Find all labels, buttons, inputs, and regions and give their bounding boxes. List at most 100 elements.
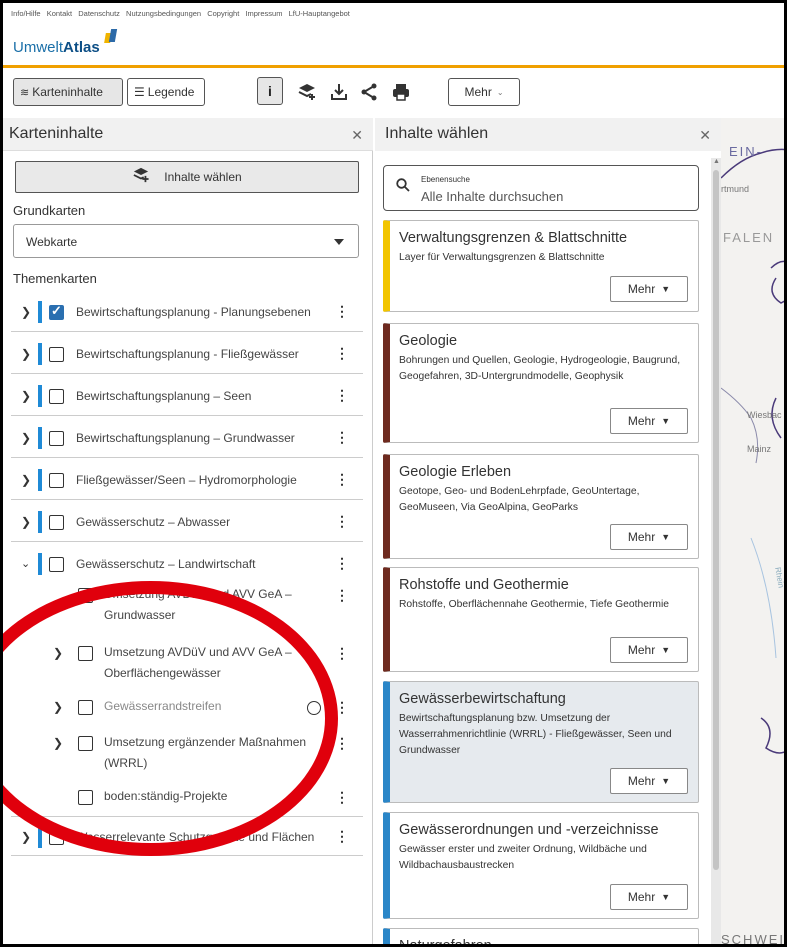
chevron-right-icon[interactable]: ❯ — [53, 646, 63, 660]
chevron-right-icon[interactable]: ❯ — [21, 515, 31, 529]
link-kontakt[interactable]: Kontakt — [47, 9, 72, 18]
more-vertical-icon[interactable]: ⋮ — [335, 513, 349, 530]
category-card[interactable]: Gewässerordnungen und -verzeichnisse Gew… — [383, 812, 699, 919]
more-vertical-icon[interactable]: ⋮ — [335, 555, 349, 572]
map-view[interactable]: EIN- rtmund FALEN Wiesbac Mainz Rhein SC… — [721, 118, 784, 944]
mehr-button[interactable]: Mehr ▼ — [610, 884, 688, 910]
legende-button[interactable]: ☰ Legende — [127, 78, 205, 106]
category-card-selected[interactable]: Gewässerbewirtschaftung Bewirtschaftungs… — [383, 681, 699, 803]
more-vertical-icon[interactable]: ⋮ — [335, 735, 349, 752]
top-links: Info/Hilfe Kontakt Datenschutz Nutzungsb… — [11, 9, 354, 18]
theme-checkbox[interactable] — [49, 303, 64, 320]
theme-checkbox[interactable] — [49, 515, 64, 530]
share-icon[interactable] — [357, 80, 381, 104]
sub-layer-checkbox[interactable] — [78, 588, 93, 603]
chevron-right-icon[interactable]: ❯ — [21, 830, 31, 844]
link-impressum[interactable]: Impressum — [245, 9, 282, 18]
karteninhalte-panel: Karteninhalte ✕ Inhalte wählen Grundkart… — [3, 118, 373, 944]
mehr-button[interactable]: Mehr ▼ — [610, 768, 688, 794]
theme-label: Gewässerschutz – Landwirtschaft — [76, 557, 256, 571]
theme-row[interactable]: ❯ Bewirtschaftungsplanung - Fließgewässe… — [11, 334, 363, 374]
sub-layer-row[interactable]: ❯ Umsetzung ergänzender Maßnahmen (WRRL) … — [11, 730, 363, 778]
link-lfu-hauptangebot[interactable]: LfU-Hauptangebot — [289, 9, 350, 18]
theme-row[interactable]: ❯ Fließgewässer/Seen – Hydromorphologie … — [11, 460, 363, 500]
info-icon[interactable]: i — [257, 77, 283, 105]
mehr-button[interactable]: Mehr ▼ — [610, 524, 688, 550]
download-icon[interactable] — [327, 80, 351, 104]
karteninhalte-button[interactable]: ≋ Karteninhalte — [13, 78, 123, 106]
sub-layer-row[interactable]: ❯ Umsetzung AVDüV und AVV GeA – Oberfläch… — [11, 640, 363, 688]
more-vertical-icon[interactable]: ⋮ — [335, 429, 349, 446]
umweltatlas-logo[interactable]: UmweltAtlas — [13, 39, 100, 56]
chevron-right-icon[interactable]: ❯ — [53, 736, 63, 750]
theme-row[interactable]: ❯ Gewässerschutz – Abwasser ⋮ — [11, 502, 363, 542]
layers-icon: ≋ — [20, 86, 30, 99]
more-vertical-icon[interactable]: ⋮ — [335, 303, 349, 320]
mehr-button[interactable]: Mehr ▼ — [610, 276, 688, 302]
panel-title: Karteninhalte — [9, 125, 104, 142]
theme-row-expanded[interactable]: ⌄ Gewässerschutz – Landwirtschaft ⋮ — [11, 544, 363, 584]
chevron-right-icon[interactable]: ❯ — [21, 389, 31, 403]
close-icon[interactable]: ✕ — [699, 127, 711, 144]
more-vertical-icon[interactable]: ⋮ — [335, 699, 349, 716]
card-description: Bewirtschaftungsplanung bzw. Umsetzung d… — [399, 713, 672, 756]
theme-checkbox[interactable] — [49, 431, 64, 446]
sub-layer-row[interactable]: ❯ Gewässerrandstreifen ⋮ — [11, 696, 363, 726]
more-vertical-icon[interactable]: ⋮ — [335, 587, 349, 604]
inhalte-waehlen-button[interactable]: Inhalte wählen — [15, 161, 359, 193]
chevron-right-icon[interactable]: ❯ — [21, 473, 31, 487]
sub-layer-checkbox[interactable] — [78, 790, 93, 805]
more-vertical-icon[interactable]: ⋮ — [335, 789, 349, 806]
sub-layer-checkbox[interactable] — [78, 646, 93, 661]
close-icon[interactable]: ✕ — [351, 127, 363, 144]
chevron-down-icon[interactable]: ⌄ — [21, 557, 30, 570]
sub-layer-label: boden:ständig-Projekte — [104, 789, 228, 803]
chevron-down-icon: ▼ — [661, 892, 671, 902]
theme-row[interactable]: ❯ Bewirtschaftungsplanung - Planungseben… — [11, 292, 363, 332]
link-datenschutz[interactable]: Datenschutz — [78, 9, 120, 18]
more-vertical-icon[interactable]: ⋮ — [335, 471, 349, 488]
chevron-right-icon[interactable]: ❯ — [21, 347, 31, 361]
chevron-right-icon[interactable]: ❯ — [21, 305, 31, 319]
theme-checkbox[interactable] — [49, 557, 64, 572]
mehr-button[interactable]: Mehr ▼ — [610, 637, 688, 663]
theme-row[interactable]: ❯ Wasserrelevante Schutzgebiete und Fläc… — [11, 816, 363, 856]
sub-layer-row[interactable]: boden:ständig-Projekte ⋮ — [11, 786, 363, 816]
more-vertical-icon[interactable]: ⋮ — [335, 387, 349, 404]
mehr-toolbar-button[interactable]: Mehr ⌄ — [448, 78, 520, 106]
theme-checkbox[interactable] — [49, 347, 64, 362]
link-copyright[interactable]: Copyright — [207, 9, 239, 18]
category-card[interactable]: Rohstoffe und Geothermie Rohstoffe, Ober… — [383, 567, 699, 672]
more-vertical-icon[interactable]: ⋮ — [335, 645, 349, 662]
content-scrollbar[interactable]: ▲ — [711, 158, 721, 944]
link-info-hilfe[interactable]: Info/Hilfe — [11, 9, 41, 18]
theme-checkbox[interactable] — [49, 389, 64, 404]
category-card[interactable]: Verwaltungsgrenzen & Blattschnitte Layer… — [383, 220, 699, 312]
scrollbar-thumb[interactable] — [713, 170, 719, 870]
category-card[interactable]: Geologie Erleben Geotope, Geo- und Boden… — [383, 454, 699, 559]
sub-layer-checkbox[interactable] — [78, 700, 93, 715]
print-icon[interactable] — [389, 80, 413, 104]
more-vertical-icon[interactable]: ⋮ — [335, 345, 349, 362]
category-card[interactable]: Geologie Bohrungen und Quellen, Geologie… — [383, 323, 699, 443]
category-card[interactable]: Naturgefahren — [383, 928, 699, 944]
theme-row[interactable]: ❯ Bewirtschaftungsplanung – Seen ⋮ — [11, 376, 363, 416]
add-layer-icon[interactable] — [295, 80, 319, 104]
theme-checkbox[interactable] — [49, 473, 64, 488]
chevron-down-icon: ⌄ — [496, 87, 504, 97]
scroll-up-icon[interactable]: ▲ — [713, 158, 720, 165]
more-vertical-icon[interactable]: ⋮ — [335, 828, 349, 845]
chevron-down-icon: ▼ — [661, 532, 671, 542]
chevron-right-icon[interactable]: ❯ — [53, 700, 63, 714]
chevron-right-icon[interactable]: ❯ — [21, 431, 31, 445]
sub-layer-row[interactable]: Umsetzung AVDüV und AVV GeA – Grundwasser… — [11, 582, 363, 630]
grundkarte-select[interactable]: Webkarte — [13, 224, 359, 258]
theme-row[interactable]: ❯ Bewirtschaftungsplanung – Grundwasser … — [11, 418, 363, 458]
link-nutzungsbedingungen[interactable]: Nutzungsbedingungen — [126, 9, 201, 18]
card-title: Verwaltungsgrenzen & Blattschnitte — [399, 230, 628, 246]
ebenensuche-input[interactable]: Ebenensuche Alle Inhalte durchsuchen — [383, 165, 699, 211]
map-label: Mainz — [747, 444, 772, 454]
mehr-button[interactable]: Mehr ▼ — [610, 408, 688, 434]
theme-checkbox[interactable] — [49, 830, 64, 845]
sub-layer-checkbox[interactable] — [78, 736, 93, 751]
